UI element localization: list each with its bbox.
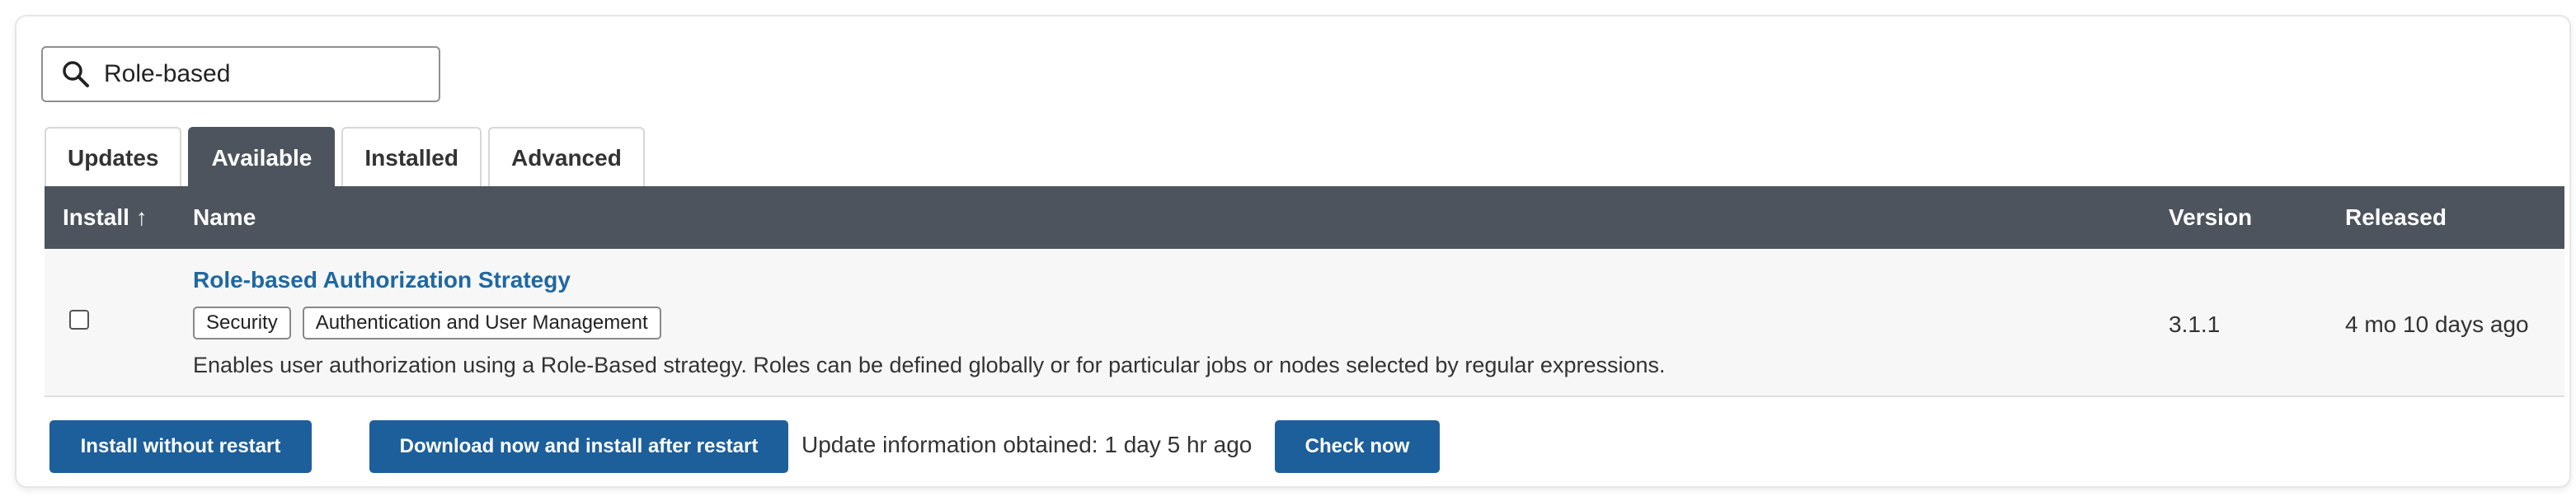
tab-bar: Updates Available Installed Advanced [45,127,651,188]
column-header-name[interactable]: Name [193,186,256,249]
tab-installed[interactable]: Installed [341,127,482,188]
plugin-version: 3.1.1 [2169,311,2221,337]
install-checkbox[interactable] [69,310,89,330]
tag-authentication[interactable]: Authentication and User Management [302,307,661,339]
table-row: Role-based Authorization Strategy Securi… [45,249,2564,397]
search-input[interactable] [104,60,417,88]
plugin-name-link[interactable]: Role-based Authorization Strategy [193,267,571,293]
update-info-text: Update information obtained: 1 day 5 hr … [801,432,1253,457]
plugins-table: Install ↑ Name Version Released Role-bas… [45,186,2564,397]
plugin-description: Enables user authorization using a Role-… [193,353,1666,377]
tag-security[interactable]: Security [193,307,291,339]
column-header-released[interactable]: Released [2345,186,2447,249]
table-header: Install ↑ Name Version Released [45,186,2564,249]
install-without-restart-button[interactable]: Install without restart [49,420,312,473]
tab-updates[interactable]: Updates [45,127,182,188]
tab-available[interactable]: Available [188,127,336,188]
check-now-button[interactable]: Check now [1275,420,1440,473]
tab-advanced[interactable]: Advanced [487,127,645,188]
column-header-version[interactable]: Version [2169,186,2252,249]
plugin-tags: Security Authentication and User Managem… [193,307,673,339]
search-icon [63,61,89,87]
search-field[interactable] [41,46,440,102]
plugin-released: 4 mo 10 days ago [2345,311,2529,337]
column-header-install[interactable]: Install ↑ [63,186,148,249]
download-install-after-restart-button[interactable]: Download now and install after restart [369,420,788,473]
